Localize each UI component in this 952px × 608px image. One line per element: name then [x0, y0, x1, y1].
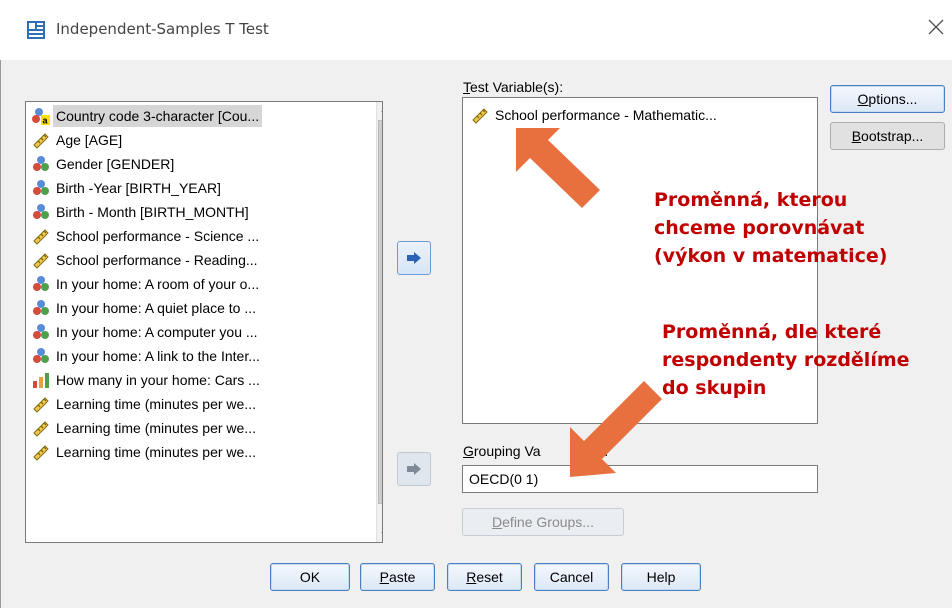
list-item[interactable]: Gender [GENDER] [32, 153, 362, 175]
list-item[interactable]: Learning time (minutes per we... [32, 393, 362, 415]
list-item-label: Learning time (minutes per we... [56, 444, 256, 460]
close-icon[interactable] [925, 16, 947, 38]
test-variables-label: Test Variable(s): [463, 79, 564, 95]
arrow-right-icon [407, 463, 421, 475]
nominal-string-icon: a [32, 108, 50, 125]
list-item-label: Birth - Month [BIRTH_MONTH] [56, 204, 249, 220]
scale-ruler-icon [472, 108, 488, 124]
scale-ruler-icon [33, 133, 49, 149]
paste-button[interactable]: Paste [360, 563, 435, 591]
list-item[interactable]: In your home: A room of your o... [32, 273, 362, 295]
reset-button[interactable]: Reset [447, 563, 522, 591]
list-item[interactable]: School performance - Science ... [32, 225, 362, 247]
scale-ruler-icon [33, 229, 49, 245]
move-to-test-variable-button[interactable] [397, 241, 431, 275]
list-item[interactable]: In your home: A link to the Inter... [32, 345, 362, 367]
list-item-label: In your home: A link to the Inter... [56, 348, 260, 364]
list-item-label: Learning time (minutes per we... [56, 420, 256, 436]
help-button[interactable]: Help [621, 563, 701, 591]
list-item[interactable]: a Country code 3-character [Cou... [32, 105, 362, 127]
list-item-label: In your home: A quiet place to ... [56, 300, 257, 316]
nominal-icon [33, 180, 49, 195]
list-item[interactable]: Learning time (minutes per we... [32, 441, 362, 463]
list-item-label: School performance - Science ... [56, 228, 260, 244]
scroll-down-icon [381, 532, 382, 533]
arrow-right-icon [407, 252, 421, 264]
scale-ruler-icon [33, 253, 49, 269]
window-title: Independent-Samples T Test [56, 20, 269, 38]
list-item-label: Age [AGE] [56, 132, 123, 148]
move-to-grouping-variable-button[interactable] [397, 452, 431, 486]
list-item-label: In your home: A computer you ... [56, 324, 258, 340]
bootstrap-button[interactable]: Bootstrap... [830, 122, 945, 150]
scroll-up-button[interactable] [377, 102, 382, 118]
t-test-app-icon [27, 21, 45, 39]
ok-button[interactable]: OK [270, 563, 350, 591]
grouping-annotation: Proměnná, dle které respondenty rozdělím… [662, 321, 910, 399]
list-item[interactable]: Birth -Year [BIRTH_YEAR] [32, 177, 362, 199]
nominal-icon [33, 156, 49, 171]
list-item[interactable]: In your home: A quiet place to ... [32, 297, 362, 319]
options-button[interactable]: Options... [830, 85, 945, 113]
list-item[interactable]: Birth - Month [BIRTH_MONTH] [32, 201, 362, 223]
define-groups-button[interactable]: Define Groups... [462, 508, 624, 536]
ordinal-bar-icon [33, 373, 49, 388]
source-variable-list[interactable]: a Country code 3-character [Cou... Age [AG… [25, 101, 383, 543]
scroll-up-icon [381, 111, 382, 112]
window-border [0, 60, 5, 608]
cancel-button[interactable]: Cancel [534, 563, 609, 591]
list-item-label: Learning time (minutes per we... [56, 396, 256, 412]
list-item-label: Country code 3-character [Cou... [53, 105, 263, 127]
nominal-icon [33, 276, 49, 291]
vertical-scrollbar[interactable] [376, 102, 382, 542]
scroll-down-button[interactable] [377, 526, 382, 542]
scrollbar-thumb[interactable] [378, 120, 382, 504]
list-item[interactable]: How many in your home: Cars ... [32, 369, 362, 391]
nominal-icon [33, 300, 49, 315]
list-item-label: Gender [GENDER] [56, 156, 175, 172]
nominal-icon [33, 204, 49, 219]
list-item-label: Birth -Year [BIRTH_YEAR] [56, 180, 221, 196]
title-bar: Independent-Samples T Test [0, 0, 952, 60]
grouping-variable-field[interactable]: OECD(0 1) [462, 465, 818, 493]
test-variable-annotation: Proměnná, kterou chceme porovnávat (výko… [654, 189, 888, 267]
nominal-icon [33, 324, 49, 339]
list-item-label: School performance - Reading... [56, 252, 258, 268]
list-item[interactable]: In your home: A computer you ... [32, 321, 362, 343]
scale-ruler-icon [33, 445, 49, 461]
list-item[interactable]: Learning time (minutes per we... [32, 417, 362, 439]
list-item[interactable]: School performance - Reading... [32, 249, 362, 271]
list-item-label: In your home: A room of your o... [56, 276, 260, 292]
list-item[interactable]: Age [AGE] [32, 129, 362, 151]
nominal-icon [33, 348, 49, 363]
scale-ruler-icon [33, 397, 49, 413]
grouping-variable-label: Grouping Va e: [463, 443, 609, 459]
list-item[interactable]: School performance - Mathematic... [471, 106, 717, 124]
scale-ruler-icon [33, 421, 49, 437]
list-item-label: How many in your home: Cars ... [56, 372, 260, 388]
